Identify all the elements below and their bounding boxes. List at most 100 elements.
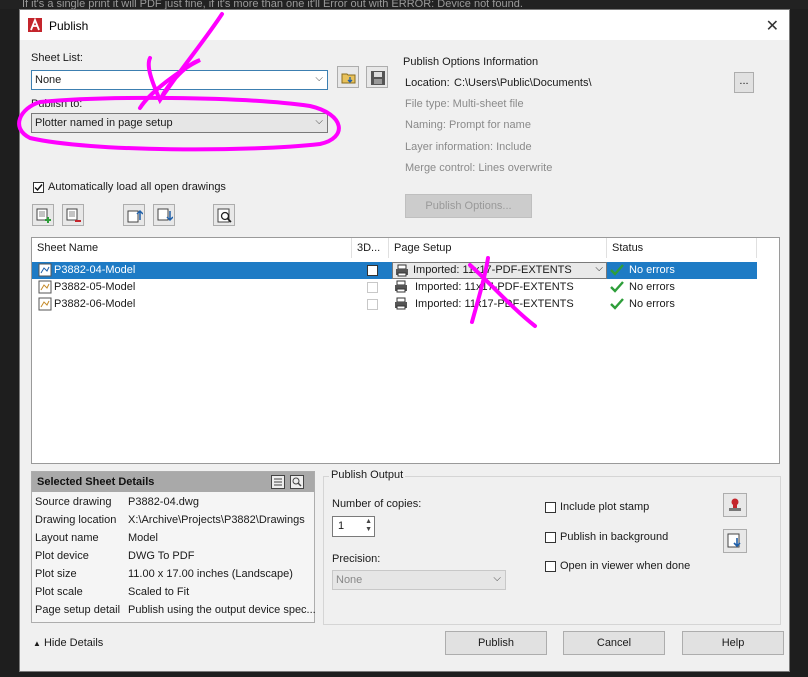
details-icon[interactable] [271,475,285,489]
detail-value: Publish using the output device spec... [128,604,316,616]
sheet-name: P3882-04-Model [54,264,136,276]
3d-dwf-checkbox[interactable] [367,282,378,293]
precision-value: None [336,574,363,586]
open-folder-icon [341,73,356,84]
copies-label: Number of copies: [332,498,422,510]
detail-value: 11.00 x 17.00 inches (Landscape) [128,568,293,580]
page-setup-value: Imported: 11x17-PDF-EXTENTS [415,298,574,310]
chevron-down-icon: ⌵ [595,263,603,274]
naming-info: Naming: Prompt for name [405,119,531,131]
detail-key: Source drawing [35,496,112,508]
check-icon [610,298,624,310]
save-sheet-list-button[interactable] [366,66,388,88]
column-header-3d[interactable]: 3D... [352,238,389,258]
table-row[interactable]: P3882-04-Model Imported: 11x17-PDF-EXTEN… [32,262,757,279]
copies-stepper[interactable]: 1 ▲ ▼ [332,516,375,537]
file-type-info: File type: Multi-sheet file [405,98,524,110]
page-setup-value: Imported: 11x17-PDF-EXTENTS [415,281,574,293]
sheet-name: P3882-05-Model [54,281,136,293]
hide-details-label: Hide Details [43,637,104,649]
add-sheets-icon [36,208,51,223]
column-header-status[interactable]: Status [607,238,757,258]
publish-options-button[interactable]: Publish Options... [405,194,532,218]
publish-to-dropdown[interactable]: Plotter named in page setup ⌵ [31,113,328,133]
move-up-icon [127,209,143,223]
detail-value: X:\Archive\Projects\P3882\Drawings [128,514,305,526]
background-caption: If it's a single print it will PDF just … [0,0,808,9]
move-sheet-down-button[interactable] [153,204,175,226]
detail-key: Page setup detail [35,604,121,616]
open-viewer-label: Open in viewer when done [560,560,691,572]
magnifier-icon [217,208,232,223]
precision-dropdown[interactable]: None ⌵ [332,570,506,590]
sheet-name: P3882-06-Model [54,298,136,310]
move-down-icon [157,208,173,222]
page-setup-dropdown[interactable]: Imported: 11x17-PDF-EXTENTS ⌵ [392,262,607,279]
remove-sheets-icon [66,208,81,222]
auto-load-label: Automatically load all open drawings [48,181,226,193]
selected-sheet-details: Selected Sheet Details Source drawing P38… [31,471,316,623]
printer-icon [395,297,407,310]
publish-background-label: Publish in background [560,531,669,543]
sheet-icon [38,263,52,277]
sheet-list-dropdown[interactable]: None ⌵ [31,70,328,90]
detail-key: Plot scale [35,586,83,598]
status-text: No errors [629,281,675,293]
location-value: C:\Users\Public\Documents\ [454,77,592,89]
detail-value: P3882-04.dwg [128,496,199,508]
status-text: No errors [629,298,675,310]
detail-value: Scaled to Fit [128,586,190,598]
publish-to-value: Plotter named in page setup [35,117,173,129]
3d-dwf-checkbox[interactable] [367,299,378,310]
publish-background-checkbox[interactable] [545,532,556,543]
remove-sheets-button[interactable] [62,204,84,226]
title-bar: Publish ✕ [20,10,789,40]
hide-details-toggle[interactable]: ▲ Hide Details [33,637,103,649]
chevron-down-icon: ⌵ [315,116,323,127]
preview-button[interactable] [213,204,235,226]
publish-output-title: Publish Output [329,469,406,481]
help-button[interactable]: Help [682,631,784,655]
move-sheet-up-button[interactable] [123,204,145,226]
triangle-up-icon: ▲ [33,639,41,648]
sheet-icon [38,297,52,311]
detail-key: Drawing location [35,514,117,526]
background-publish-button[interactable] [723,529,747,553]
publish-options-info-title: Publish Options Information [403,56,539,68]
load-sheet-list-button[interactable] [337,66,359,88]
zoom-icon[interactable] [290,475,304,489]
sheet-icon [38,280,52,294]
column-header-page-setup[interactable]: Page Setup [389,238,607,258]
stepper-arrows-icon[interactable]: ▲ ▼ [365,518,372,534]
detail-value: DWG To PDF [128,550,195,562]
checkmark-icon [34,184,43,192]
table-row[interactable]: P3882-05-Model Imported: 11x17-PDF-EXTEN… [32,279,757,296]
include-plot-stamp-label: Include plot stamp [560,501,650,513]
browse-location-button[interactable]: ... [734,72,754,93]
auto-load-checkbox[interactable] [33,182,44,193]
layer-info: Layer information: Include [405,141,532,153]
sheet-grid[interactable]: Sheet Name 3D... Page Setup Status P3882… [31,237,780,464]
details-header: Selected Sheet Details [32,472,314,492]
publish-button[interactable]: Publish [445,631,547,655]
check-icon [610,281,624,293]
column-header-sheet-name[interactable]: Sheet Name [32,238,352,258]
chevron-down-icon: ⌵ [493,573,501,584]
printer-icon [396,264,408,277]
stamp-icon [729,498,741,511]
table-row[interactable]: P3882-06-Model Imported: 11x17-PDF-EXTEN… [32,296,757,313]
add-sheets-button[interactable] [32,204,54,226]
open-viewer-checkbox[interactable] [545,561,556,572]
close-icon[interactable]: ✕ [766,16,779,36]
autocad-logo-icon [28,18,42,32]
plot-stamp-settings-button[interactable] [723,493,747,517]
sheet-list-value: None [35,74,62,86]
detail-key: Plot device [35,550,89,562]
check-icon [610,264,624,276]
copies-value: 1 [338,520,345,532]
cancel-button[interactable]: Cancel [563,631,665,655]
3d-dwf-checkbox[interactable] [367,265,378,276]
detail-key: Layout name [35,532,99,544]
chevron-down-icon: ⌵ [315,73,323,84]
include-plot-stamp-checkbox[interactable] [545,502,556,513]
